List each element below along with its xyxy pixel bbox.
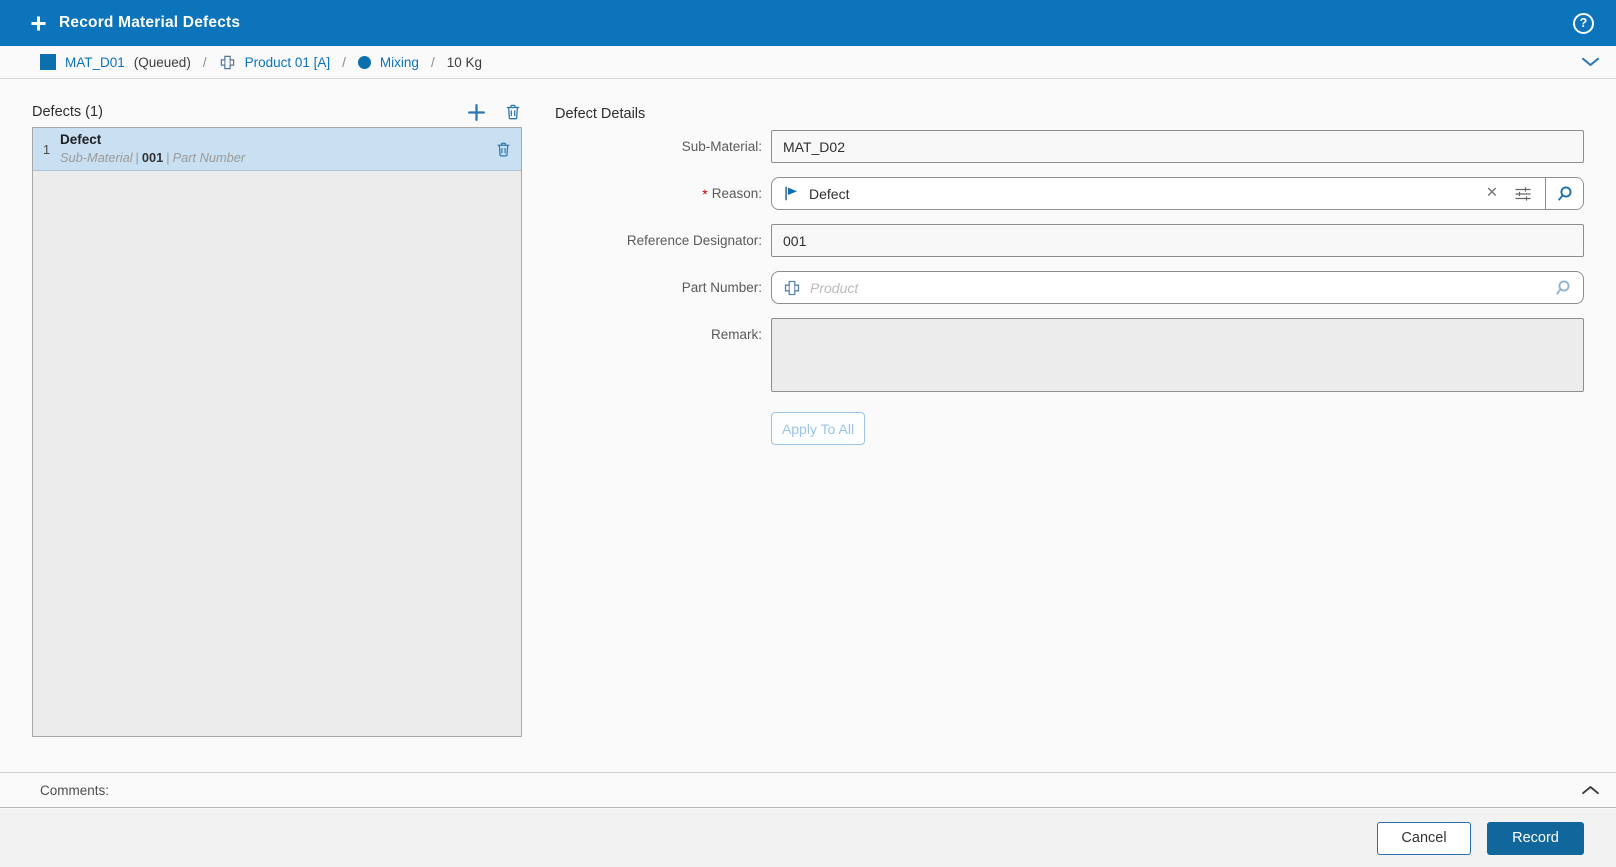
sub-material-label: Sub-Material: <box>681 139 762 154</box>
breadcrumb: MAT_D01 (Queued) / Product 01 [A] / Mixi… <box>40 54 482 71</box>
apply-button-row: Apply To All <box>771 406 1584 445</box>
reference-designator-label: Reference Designator: <box>626 233 762 248</box>
breadcrumb-operation[interactable]: Mixing <box>380 55 419 70</box>
part-number-placeholder: Product <box>810 279 859 296</box>
part-number-field[interactable]: Product <box>771 271 1584 304</box>
defects-list: 1 Defect Sub-Material | 001 | Part Number <box>32 127 522 737</box>
defect-details-form: Sub-Material: * Reason: Defect ✕ <box>555 130 1584 445</box>
defects-panel-header: Defects (1) <box>32 101 522 123</box>
defect-details-title: Defect Details <box>555 106 646 122</box>
defect-item-partnumber: Part Number <box>172 149 246 165</box>
main-area: Defects (1) 1 Defect Sub-Material | 001 … <box>0 79 1616 772</box>
breadcrumb-quantity: 10 Kg <box>446 54 482 70</box>
remark-label: Remark: <box>710 327 762 342</box>
defects-count-title: Defects (1) <box>32 104 103 120</box>
cancel-button[interactable]: Cancel <box>1377 821 1471 855</box>
reference-designator-field[interactable] <box>771 224 1584 257</box>
breadcrumb-separator: / <box>202 54 207 70</box>
record-button[interactable]: Record <box>1487 821 1584 855</box>
product-icon <box>219 54 236 71</box>
add-defect-icon[interactable] <box>467 103 486 122</box>
defect-item-reference: 001 <box>141 149 164 165</box>
defect-details-panel: Defect Details Sub-Material: * Reason: <box>555 105 1584 445</box>
defect-item-submaterial: Sub-Material <box>60 149 133 165</box>
material-status: (Queued) <box>133 54 191 70</box>
operation-icon <box>357 55 371 69</box>
required-mark: * <box>702 185 708 202</box>
flag-icon <box>783 185 800 202</box>
reason-field[interactable]: Defect ✕ <box>771 177 1584 210</box>
reason-label: * Reason: <box>555 177 762 210</box>
plus-icon <box>30 15 47 32</box>
page-title: Record Material Defects <box>59 14 241 31</box>
sub-material-field[interactable] <box>771 130 1584 163</box>
filter-options-icon[interactable] <box>1514 186 1532 202</box>
remark-textarea[interactable] <box>771 318 1584 392</box>
title-bar: Record Material Defects ? <box>0 0 1616 46</box>
apply-to-all-button[interactable]: Apply To All <box>771 412 865 445</box>
chevron-up-icon[interactable] <box>1581 784 1600 796</box>
reason-value: Defect <box>809 185 850 202</box>
breadcrumb-separator: / <box>342 54 346 70</box>
footer-bar: Cancel Record <box>0 809 1616 867</box>
apply-row-spacer <box>555 406 762 445</box>
help-icon[interactable]: ? <box>1573 12 1594 34</box>
reason-search-button[interactable] <box>1545 178 1583 209</box>
reason-label-text: Reason: <box>711 186 762 201</box>
defect-list-item[interactable]: 1 Defect Sub-Material | 001 | Part Number <box>33 128 521 171</box>
chevron-down-icon[interactable] <box>1581 56 1600 68</box>
comments-section[interactable]: Comments: <box>0 772 1616 808</box>
part-number-search-icon[interactable] <box>1554 279 1572 297</box>
material-icon <box>40 54 56 70</box>
subtitle-separator: | <box>166 149 170 165</box>
record-material-defects-dialog: Record Material Defects ? MAT_D01 (Queue… <box>0 0 1616 867</box>
breadcrumb-material[interactable]: MAT_D01 <box>65 55 125 70</box>
product-icon <box>783 279 801 297</box>
delete-all-defects-icon[interactable] <box>504 103 522 121</box>
defect-item-texts: Defect Sub-Material | 001 | Part Number <box>60 132 495 165</box>
comments-label: Comments: <box>40 782 110 798</box>
defect-item-index: 1 <box>42 141 51 157</box>
delete-defect-icon[interactable] <box>495 141 512 158</box>
part-number-label: Part Number: <box>681 280 762 295</box>
breadcrumb-product[interactable]: Product 01 [A] <box>245 55 331 70</box>
defects-panel: Defects (1) 1 Defect Sub-Material | 001 … <box>32 101 522 737</box>
defect-item-subtitle: Sub-Material | 001 | Part Number <box>60 150 495 166</box>
defect-item-title: Defect <box>60 132 102 148</box>
subtitle-separator: | <box>135 149 139 165</box>
breadcrumb-row: MAT_D01 (Queued) / Product 01 [A] / Mixi… <box>0 46 1616 79</box>
breadcrumb-separator: / <box>430 54 435 70</box>
clear-icon[interactable]: ✕ <box>1486 186 1498 201</box>
